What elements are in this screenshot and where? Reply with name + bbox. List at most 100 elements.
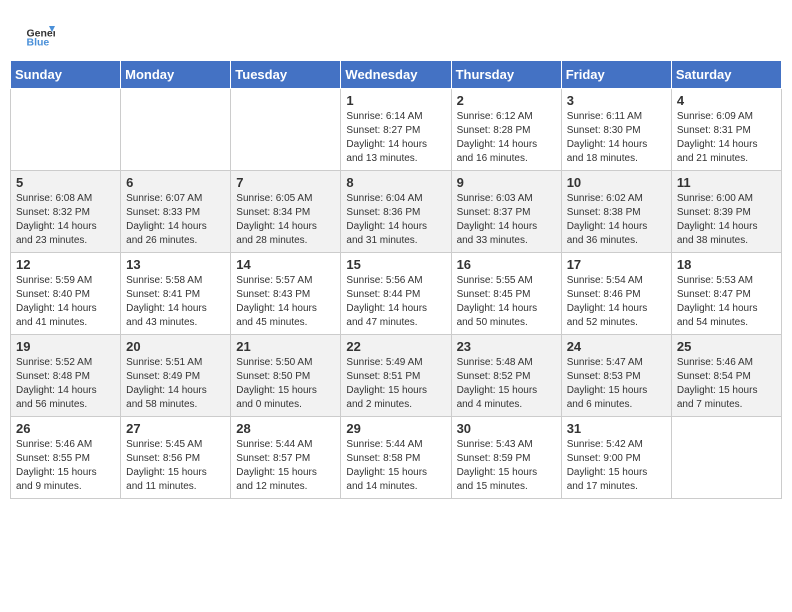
calendar-day-cell: 11Sunrise: 6:00 AM Sunset: 8:39 PM Dayli… <box>671 171 781 253</box>
day-number: 9 <box>457 175 556 190</box>
calendar-day-cell <box>671 417 781 499</box>
day-of-week-header: Wednesday <box>341 61 451 89</box>
calendar-day-cell: 5 Sunrise: 6:08 AM Sunset: 8:32 PM Daylig… <box>11 171 121 253</box>
day-number: 15 <box>346 257 445 272</box>
day-info: Sunrise: 5:43 AM Sunset: 8:59 PM Dayligh… <box>457 438 556 494</box>
day-info: Sunrise: 5:46 AM Sunset: 8:54 PM Dayligh… <box>677 356 776 412</box>
calendar-day-cell: 15 Sunrise: 5:56 AM Sunset: 8:44 PM Dayli… <box>341 253 451 335</box>
day-info: Sunrise: 5:56 AM Sunset: 8:44 PM Dayligh… <box>346 274 445 330</box>
day-number: 23 <box>457 339 556 354</box>
day-info: Sunrise: 6:02 AM Sunset: 8:38 PM Dayligh… <box>567 192 666 248</box>
day-number: 13 <box>126 257 225 272</box>
day-number: 4 <box>677 93 776 108</box>
day-info: Sunrise: 5:49 AM Sunset: 8:51 PM Dayligh… <box>346 356 445 412</box>
day-of-week-header: Thursday <box>451 61 561 89</box>
calendar-day-cell: 6 Sunrise: 6:07 AM Sunset: 8:33 PM Daylig… <box>121 171 231 253</box>
calendar-day-cell: 27 Sunrise: 5:45 AM Sunset: 8:56 PM Dayli… <box>121 417 231 499</box>
calendar-day-cell: 3 Sunrise: 6:11 AM Sunset: 8:30 PM Daylig… <box>561 89 671 171</box>
day-number: 31 <box>567 421 666 436</box>
calendar-table: SundayMondayTuesdayWednesdayThursdayFrid… <box>10 60 782 499</box>
day-info: Sunrise: 6:08 AM Sunset: 8:32 PM Dayligh… <box>16 192 115 248</box>
calendar-day-cell: 25 Sunrise: 5:46 AM Sunset: 8:54 PM Dayli… <box>671 335 781 417</box>
day-number: 5 <box>16 175 115 190</box>
day-info: Sunrise: 5:42 AM Sunset: 9:00 PM Dayligh… <box>567 438 666 494</box>
calendar-week-row: 26 Sunrise: 5:46 AM Sunset: 8:55 PM Dayli… <box>11 417 782 499</box>
day-info: Sunrise: 5:47 AM Sunset: 8:53 PM Dayligh… <box>567 356 666 412</box>
day-info: Sunrise: 5:54 AM Sunset: 8:46 PM Dayligh… <box>567 274 666 330</box>
calendar-day-cell: 24 Sunrise: 5:47 AM Sunset: 8:53 PM Dayli… <box>561 335 671 417</box>
day-number: 17 <box>567 257 666 272</box>
calendar-day-cell: 14 Sunrise: 5:57 AM Sunset: 8:43 PM Dayli… <box>231 253 341 335</box>
day-of-week-header: Friday <box>561 61 671 89</box>
calendar-day-cell: 2Sunrise: 6:12 AM Sunset: 8:28 PM Daylig… <box>451 89 561 171</box>
day-of-week-header: Sunday <box>11 61 121 89</box>
day-number: 18 <box>677 257 776 272</box>
day-of-week-header: Saturday <box>671 61 781 89</box>
calendar-day-cell <box>121 89 231 171</box>
calendar-week-row: 1Sunrise: 6:14 AM Sunset: 8:27 PM Daylig… <box>11 89 782 171</box>
calendar-day-cell: 20 Sunrise: 5:51 AM Sunset: 8:49 PM Dayli… <box>121 335 231 417</box>
calendar-day-cell: 29Sunrise: 5:44 AM Sunset: 8:58 PM Dayli… <box>341 417 451 499</box>
day-number: 24 <box>567 339 666 354</box>
day-info: Sunrise: 5:46 AM Sunset: 8:55 PM Dayligh… <box>16 438 115 494</box>
calendar-day-cell: 21 Sunrise: 5:50 AM Sunset: 8:50 PM Dayli… <box>231 335 341 417</box>
calendar-week-row: 5 Sunrise: 6:08 AM Sunset: 8:32 PM Daylig… <box>11 171 782 253</box>
day-number: 20 <box>126 339 225 354</box>
day-number: 8 <box>346 175 445 190</box>
day-info: Sunrise: 5:44 AM Sunset: 8:58 PM Dayligh… <box>346 438 445 494</box>
day-number: 30 <box>457 421 556 436</box>
day-number: 21 <box>236 339 335 354</box>
calendar-day-cell: 1Sunrise: 6:14 AM Sunset: 8:27 PM Daylig… <box>341 89 451 171</box>
day-number: 16 <box>457 257 556 272</box>
day-number: 19 <box>16 339 115 354</box>
day-number: 26 <box>16 421 115 436</box>
calendar-day-cell: 22 Sunrise: 5:49 AM Sunset: 8:51 PM Dayli… <box>341 335 451 417</box>
day-info: Sunrise: 6:11 AM Sunset: 8:30 PM Dayligh… <box>567 110 666 166</box>
calendar-day-cell: 9 Sunrise: 6:03 AM Sunset: 8:37 PM Daylig… <box>451 171 561 253</box>
logo: General Blue <box>25 20 59 50</box>
day-info: Sunrise: 5:58 AM Sunset: 8:41 PM Dayligh… <box>126 274 225 330</box>
day-info: Sunrise: 6:03 AM Sunset: 8:37 PM Dayligh… <box>457 192 556 248</box>
day-number: 25 <box>677 339 776 354</box>
day-info: Sunrise: 5:59 AM Sunset: 8:40 PM Dayligh… <box>16 274 115 330</box>
calendar-day-cell: 18 Sunrise: 5:53 AM Sunset: 8:47 PM Dayli… <box>671 253 781 335</box>
day-info: Sunrise: 5:50 AM Sunset: 8:50 PM Dayligh… <box>236 356 335 412</box>
day-info: Sunrise: 5:57 AM Sunset: 8:43 PM Dayligh… <box>236 274 335 330</box>
day-info: Sunrise: 6:04 AM Sunset: 8:36 PM Dayligh… <box>346 192 445 248</box>
calendar-day-cell: 12 Sunrise: 5:59 AM Sunset: 8:40 PM Dayli… <box>11 253 121 335</box>
day-number: 27 <box>126 421 225 436</box>
day-info: Sunrise: 5:45 AM Sunset: 8:56 PM Dayligh… <box>126 438 225 494</box>
day-info: Sunrise: 5:51 AM Sunset: 8:49 PM Dayligh… <box>126 356 225 412</box>
calendar-week-row: 19 Sunrise: 5:52 AM Sunset: 8:48 PM Dayli… <box>11 335 782 417</box>
calendar-day-cell: 17 Sunrise: 5:54 AM Sunset: 8:46 PM Dayli… <box>561 253 671 335</box>
day-number: 11 <box>677 175 776 190</box>
calendar-day-cell: 26 Sunrise: 5:46 AM Sunset: 8:55 PM Dayli… <box>11 417 121 499</box>
calendar-day-cell: 30 Sunrise: 5:43 AM Sunset: 8:59 PM Dayli… <box>451 417 561 499</box>
calendar-day-cell: 4 Sunrise: 6:09 AM Sunset: 8:31 PM Daylig… <box>671 89 781 171</box>
day-number: 3 <box>567 93 666 108</box>
calendar-day-cell <box>231 89 341 171</box>
calendar-day-cell: 16 Sunrise: 5:55 AM Sunset: 8:45 PM Dayli… <box>451 253 561 335</box>
day-info: Sunrise: 5:53 AM Sunset: 8:47 PM Dayligh… <box>677 274 776 330</box>
day-number: 22 <box>346 339 445 354</box>
day-number: 7 <box>236 175 335 190</box>
day-number: 12 <box>16 257 115 272</box>
logo-icon: General Blue <box>25 20 55 50</box>
day-number: 6 <box>126 175 225 190</box>
day-info: Sunrise: 5:44 AM Sunset: 8:57 PM Dayligh… <box>236 438 335 494</box>
day-number: 14 <box>236 257 335 272</box>
calendar-day-cell: 23Sunrise: 5:48 AM Sunset: 8:52 PM Dayli… <box>451 335 561 417</box>
day-info: Sunrise: 6:05 AM Sunset: 8:34 PM Dayligh… <box>236 192 335 248</box>
day-info: Sunrise: 6:14 AM Sunset: 8:27 PM Dayligh… <box>346 110 445 166</box>
day-info: Sunrise: 5:55 AM Sunset: 8:45 PM Dayligh… <box>457 274 556 330</box>
day-number: 28 <box>236 421 335 436</box>
calendar-day-cell: 28 Sunrise: 5:44 AM Sunset: 8:57 PM Dayli… <box>231 417 341 499</box>
svg-text:Blue: Blue <box>27 37 50 49</box>
calendar-header-row: SundayMondayTuesdayWednesdayThursdayFrid… <box>11 61 782 89</box>
day-info: Sunrise: 6:09 AM Sunset: 8:31 PM Dayligh… <box>677 110 776 166</box>
day-number: 2 <box>457 93 556 108</box>
day-of-week-header: Tuesday <box>231 61 341 89</box>
day-of-week-header: Monday <box>121 61 231 89</box>
day-info: Sunrise: 6:07 AM Sunset: 8:33 PM Dayligh… <box>126 192 225 248</box>
day-info: Sunrise: 5:52 AM Sunset: 8:48 PM Dayligh… <box>16 356 115 412</box>
